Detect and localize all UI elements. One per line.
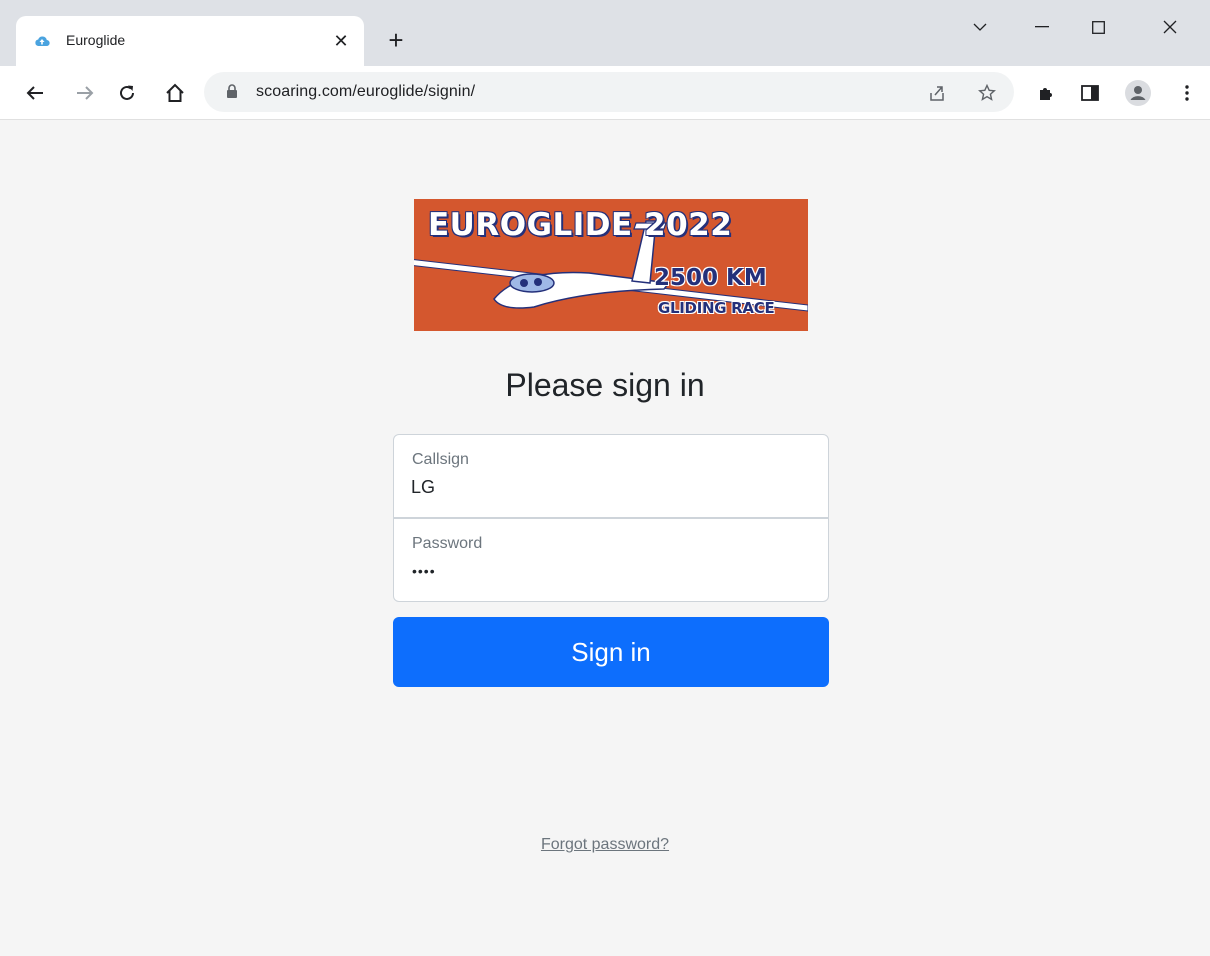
tab-title: Euroglide bbox=[66, 32, 126, 48]
bookmark-star-icon[interactable] bbox=[974, 80, 1000, 106]
euroglide-logo: EUROGLIDE 2022 2500 KM GLIDING RACE bbox=[414, 199, 808, 331]
callsign-label: Callsign bbox=[412, 451, 469, 468]
password-field[interactable]: Password •••• bbox=[393, 518, 829, 602]
logo-subtitle: GLIDING RACE bbox=[658, 299, 775, 317]
url-text: scoaring.com/euroglide/signin/ bbox=[256, 83, 476, 100]
minimize-icon[interactable] bbox=[1022, 12, 1062, 42]
profile-avatar-icon[interactable] bbox=[1123, 78, 1153, 108]
password-label: Password bbox=[412, 535, 483, 552]
home-icon[interactable] bbox=[158, 76, 192, 110]
tab-strip: Euroglide ✕ + bbox=[0, 0, 1210, 66]
tab-close-icon[interactable]: ✕ bbox=[328, 28, 354, 54]
maximize-icon[interactable] bbox=[1078, 12, 1118, 42]
page-content: EUROGLIDE 2022 2500 KM GLIDING RACE Plea… bbox=[0, 121, 1210, 956]
reload-icon[interactable] bbox=[110, 76, 144, 110]
menu-kebab-icon[interactable] bbox=[1172, 78, 1202, 108]
browser-toolbar: scoaring.com/euroglide/signin/ bbox=[0, 66, 1210, 120]
logo-title: EUROGLIDE 2022 bbox=[428, 207, 733, 243]
page-title: Please sign in bbox=[505, 367, 705, 403]
close-window-icon[interactable] bbox=[1150, 12, 1190, 42]
share-icon[interactable] bbox=[924, 80, 950, 106]
cloud-icon bbox=[35, 36, 50, 47]
browser-tab[interactable]: Euroglide ✕ bbox=[16, 16, 364, 66]
extensions-puzzle-icon[interactable] bbox=[1031, 78, 1061, 108]
address-bar[interactable]: scoaring.com/euroglide/signin/ bbox=[204, 72, 1014, 112]
callsign-input[interactable] bbox=[411, 477, 811, 498]
new-tab-plus-icon[interactable]: + bbox=[380, 26, 412, 58]
side-panel-icon[interactable] bbox=[1075, 78, 1105, 108]
back-arrow-icon[interactable] bbox=[18, 76, 52, 110]
lock-icon bbox=[227, 84, 237, 98]
callsign-field[interactable]: Callsign bbox=[393, 434, 829, 518]
sign-in-button[interactable]: Sign in bbox=[393, 617, 829, 687]
logo-distance: 2500 KM bbox=[654, 265, 767, 291]
tab-search-chevron-icon[interactable] bbox=[960, 12, 1000, 42]
password-input[interactable]: •••• bbox=[412, 563, 436, 579]
forward-arrow-icon[interactable] bbox=[68, 76, 102, 110]
forgot-password-link[interactable]: Forgot password? bbox=[0, 836, 1210, 854]
